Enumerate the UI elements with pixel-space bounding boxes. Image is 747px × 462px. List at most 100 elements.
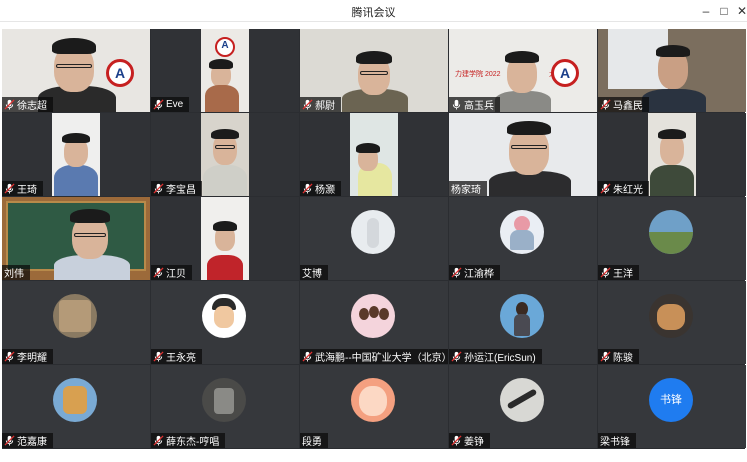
mic-icon — [153, 99, 164, 110]
mic-icon — [600, 183, 611, 194]
avatar — [351, 378, 395, 422]
participant-tile[interactable]: 李明耀 — [2, 281, 150, 364]
participant-video — [352, 143, 396, 196]
participant-tile[interactable]: 孙运江(EricSun) — [449, 281, 597, 364]
name-tag: 郝尉 — [300, 97, 341, 112]
participant-name: 段勇 — [302, 437, 322, 448]
mic-icon — [451, 435, 462, 446]
avatar — [351, 210, 395, 254]
participant-tile[interactable]: 江渝桦 — [449, 197, 597, 280]
participant-tile[interactable]: 薛东杰-哼唱 — [151, 365, 299, 448]
avatar: 书锋 — [649, 378, 693, 422]
participant-tile[interactable]: 王琦 — [2, 113, 150, 196]
mic-icon — [153, 183, 164, 194]
mic-icon — [600, 99, 611, 110]
participant-tile[interactable]: 范嘉康 — [2, 365, 150, 448]
participant-name: 武海鹏--中国矿业大学（北京） — [315, 353, 448, 364]
participant-tile[interactable]: 武海鹏--中国矿业大学（北京） — [300, 281, 448, 364]
name-tag: 陈骏 — [598, 349, 639, 364]
name-tag: 段勇 — [300, 433, 328, 448]
participant-name: 李明耀 — [17, 353, 47, 364]
participant-tile[interactable]: 朱红光 — [598, 113, 746, 196]
participant-video — [493, 47, 553, 112]
participant-video — [54, 131, 98, 196]
participant-name: 杨灏 — [315, 185, 335, 196]
avatar — [351, 294, 395, 338]
participant-tile[interactable]: 郝尉 — [300, 29, 448, 112]
participant-tile[interactable]: 李宝昌 — [151, 113, 299, 196]
participant-video — [650, 125, 694, 196]
name-tag: 江贝 — [151, 265, 192, 280]
avatar — [202, 294, 246, 338]
name-tag: 李明耀 — [2, 349, 53, 364]
participant-tile[interactable]: 艾博 — [300, 197, 448, 280]
name-tag: 徐志超 — [2, 97, 53, 112]
participant-video — [203, 125, 247, 196]
participant-name: 孙运江(EricSun) — [464, 353, 536, 364]
participant-tile[interactable]: 书锋 梁书锋 — [598, 365, 746, 448]
name-tag: 艾博 — [300, 265, 328, 280]
participant-name: 江贝 — [166, 269, 186, 280]
mic-icon — [600, 351, 611, 362]
mic-icon — [302, 99, 313, 110]
participant-name: 徐志超 — [17, 101, 47, 112]
participant-video — [485, 117, 575, 196]
participant-name: 郝尉 — [315, 101, 335, 112]
name-tag: 王洋 — [598, 265, 639, 280]
mic-icon — [451, 351, 462, 362]
participant-tile[interactable]: 力建学院 2022 大会 A 高玉兵 — [449, 29, 597, 112]
participant-tile[interactable]: 姜铮 — [449, 365, 597, 448]
participant-name: 李宝昌 — [166, 185, 196, 196]
participant-tile[interactable]: 杨家琦 — [449, 113, 597, 196]
participant-name: 高玉兵 — [464, 101, 494, 112]
participant-name: 江渝桦 — [464, 269, 494, 280]
name-tag: 江渝桦 — [449, 265, 500, 280]
mic-icon — [452, 99, 461, 110]
participant-tile[interactable]: 段勇 — [300, 365, 448, 448]
maximize-button[interactable]: □ — [714, 2, 734, 20]
title-bar: 腾讯会议 – □ ✕ — [0, 0, 747, 22]
name-tag: 王琦 — [2, 181, 43, 196]
mic-icon — [153, 351, 164, 362]
bottom-margin — [0, 449, 747, 462]
participant-tile[interactable]: 马鑫民 — [598, 29, 746, 112]
school-logo-icon: A — [551, 59, 579, 87]
mic-icon — [153, 267, 164, 278]
avatar — [500, 294, 544, 338]
avatar — [53, 378, 97, 422]
participant-video — [203, 57, 243, 112]
participant-tile[interactable]: 王永亮 — [151, 281, 299, 364]
name-tag: Eve — [151, 97, 190, 112]
mic-icon — [153, 435, 164, 446]
mic-icon — [4, 99, 15, 110]
name-tag: 武海鹏--中国矿业大学（北京） — [300, 349, 448, 364]
participant-name: 范嘉康 — [17, 437, 47, 448]
name-tag: 李宝昌 — [151, 181, 202, 196]
name-tag: 范嘉康 — [2, 433, 53, 448]
mic-icon — [600, 267, 611, 278]
participant-video — [203, 219, 247, 280]
participant-tile[interactable]: 陈骏 — [598, 281, 746, 364]
participant-name: 王永亮 — [166, 353, 196, 364]
name-tag: 梁书锋 — [598, 433, 636, 448]
participant-tile[interactable]: A Eve — [151, 29, 299, 112]
mic-icon — [4, 435, 15, 446]
minimize-button[interactable]: – — [696, 2, 716, 20]
participant-tile[interactable]: 王洋 — [598, 197, 746, 280]
mic-icon — [302, 183, 313, 194]
mic-icon — [4, 183, 15, 194]
avatar — [500, 378, 544, 422]
participant-name: 刘伟 — [4, 269, 24, 280]
participant-name: 陈骏 — [613, 353, 633, 364]
name-tag: 薛东杰-哼唱 — [151, 433, 226, 448]
participant-tile[interactable]: A 徐志超 — [2, 29, 150, 112]
participant-tile[interactable]: 江贝 — [151, 197, 299, 280]
name-tag: 马鑫民 — [598, 97, 649, 112]
participant-tile[interactable]: 杨灏 — [300, 113, 448, 196]
name-tag: 孙运江(EricSun) — [449, 349, 542, 364]
participant-tile[interactable]: 刘伟 — [2, 197, 150, 280]
mic-icon — [302, 351, 313, 362]
participant-name: 梁书锋 — [600, 437, 630, 448]
close-button[interactable]: ✕ — [732, 2, 747, 20]
school-logo-icon: A — [215, 37, 235, 57]
